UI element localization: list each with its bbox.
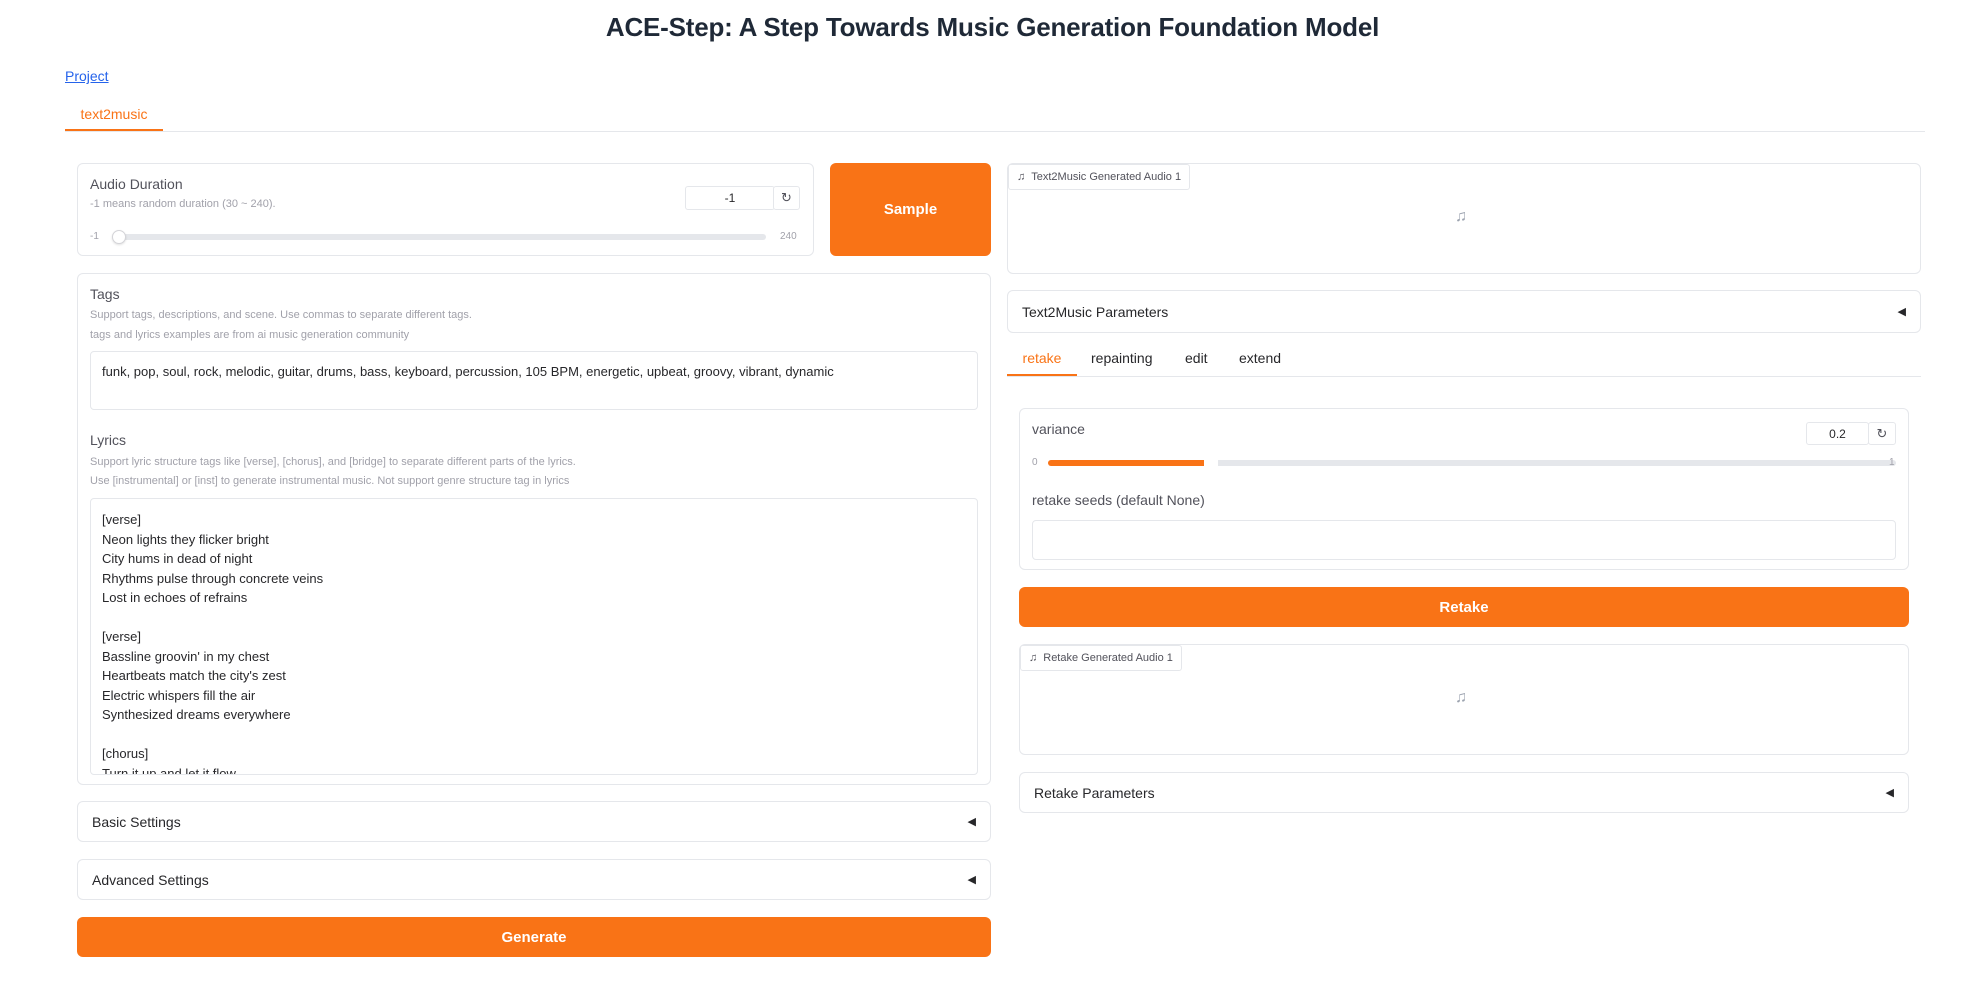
triangle-left-icon: ◀ <box>1897 306 1906 318</box>
music-note-icon: ♫ <box>1017 171 1026 183</box>
basic-settings-accordion[interactable]: Basic Settings ◀ <box>77 801 991 842</box>
triangle-left-icon: ◀ <box>967 816 976 828</box>
tab-retake[interactable]: retake <box>1007 350 1077 376</box>
tags-lyrics-panel: Tags Support tags, descriptions, and sce… <box>77 273 991 785</box>
lyric-line: Neon lights they flicker bright <box>102 531 269 547</box>
tab-text2music[interactable]: text2music <box>65 106 163 131</box>
lyric-line <box>102 608 966 628</box>
lyric-line <box>102 725 966 745</box>
lyric-line: Lost in echoes of refrains <box>102 590 248 605</box>
retake-parameters-label: Retake Parameters <box>1034 784 1155 801</box>
variance-fill <box>1048 460 1210 466</box>
advanced-settings-label: Advanced Settings <box>92 871 209 888</box>
sample-button[interactable]: Sample <box>830 163 991 256</box>
tags-value: funk, pop, soul, rock, melodic, guitar, … <box>102 364 834 379</box>
lyrics-textarea[interactable]: [verse] Neon lights they flicker bright … <box>90 498 978 775</box>
retake-audio-panel: ♫ Retake Generated Audio 1 ♫ <box>1019 644 1909 755</box>
tags-label: Tags <box>90 286 120 302</box>
retake-parameters-accordion[interactable]: Retake Parameters ◀ <box>1019 772 1909 813</box>
retake-seeds-input[interactable] <box>1032 520 1896 560</box>
retake-audio-label-text: Retake Generated Audio 1 <box>1043 652 1173 664</box>
music-note-icon: ♫ <box>1455 689 1467 706</box>
tags-info-1: Support tags, descriptions, and scene. U… <box>90 309 472 321</box>
variance-min: 0 <box>1032 457 1038 468</box>
audio-duration-number-box <box>685 186 775 210</box>
retake-seeds-label: retake seeds (default None) <box>1032 492 1205 508</box>
text2music-parameters-accordion[interactable]: Text2Music Parameters ◀ <box>1007 290 1921 333</box>
generate-button[interactable]: Generate <box>77 917 991 957</box>
triangle-left-icon: ◀ <box>1885 787 1894 799</box>
tab-extend[interactable]: extend <box>1239 350 1281 366</box>
triangle-left-icon: ◀ <box>967 874 976 886</box>
lyric-line: Synthesized dreams everywhere <box>102 707 291 722</box>
audio-duration-label: Audio Duration <box>90 176 183 192</box>
retake-audio-label: ♫ Retake Generated Audio 1 <box>1020 645 1182 671</box>
variance-input[interactable] <box>1807 423 1868 444</box>
audio-duration-panel: Audio Duration -1 means random duration … <box>77 163 814 256</box>
lyric-line: [verse] <box>102 512 142 527</box>
variance-number-box <box>1806 422 1869 445</box>
audio-duration-thumb[interactable] <box>112 230 126 244</box>
audio-duration-info: -1 means random duration (30 ~ 240). <box>90 198 276 210</box>
variance-max: 1 <box>1889 457 1895 468</box>
advanced-settings-accordion[interactable]: Advanced Settings ◀ <box>77 859 991 900</box>
lyric-line: Bassline groovin' in my chest <box>102 648 270 664</box>
tab-edit[interactable]: edit <box>1185 350 1208 366</box>
audio-duration-track[interactable] <box>114 234 766 240</box>
tab-divider <box>65 131 1925 132</box>
lyric-line: [verse] <box>102 629 142 644</box>
generated-audio-label-text: Text2Music Generated Audio 1 <box>1031 171 1182 183</box>
music-note-icon: ♫ <box>1029 652 1038 664</box>
lyric-line: Heartbeats match the city's zest <box>102 668 286 683</box>
lyric-line: [chorus] <box>102 746 149 761</box>
generated-audio-label: ♫ Text2Music Generated Audio 1 <box>1008 164 1191 190</box>
lyric-line: Electric whispers fill the air <box>102 687 256 703</box>
lyrics-info-2: Use [instrumental] or [inst] to generate… <box>90 475 570 487</box>
reset-icon: ↻ <box>781 190 792 205</box>
audio-duration-max: 240 <box>780 231 797 242</box>
tags-textarea[interactable]: funk, pop, soul, rock, melodic, guitar, … <box>90 351 978 410</box>
page-title: ACE-Step: A Step Towards Music Generatio… <box>605 12 1380 42</box>
reset-icon: ↻ <box>1876 425 1888 441</box>
lyrics-label: Lyrics <box>90 432 127 448</box>
tags-info-2: tags and lyrics examples are from ai mus… <box>90 329 410 341</box>
music-note-icon: ♫ <box>1455 208 1467 225</box>
tab-repainting[interactable]: repainting <box>1091 350 1153 366</box>
variance-thumb[interactable] <box>1204 455 1218 471</box>
audio-duration-input[interactable] <box>686 187 774 209</box>
variance-reset-button[interactable]: ↻ <box>1868 422 1896 445</box>
generated-audio-panel: ♫ Text2Music Generated Audio 1 ♫ <box>1007 163 1921 274</box>
retake-settings-panel: variance ↻ 0 1 retake seeds (default Non… <box>1019 408 1909 570</box>
edit-mode-tabs: retake repainting edit extend <box>1007 350 1921 377</box>
lyrics-info-1: Support lyric structure tags like [verse… <box>90 456 576 468</box>
lyric-line: City hums in dead of night <box>102 551 253 566</box>
variance-label: variance <box>1032 421 1085 437</box>
text2music-parameters-label: Text2Music Parameters <box>1022 303 1169 320</box>
project-link[interactable]: Project <box>65 68 109 84</box>
retake-button[interactable]: Retake <box>1019 587 1909 627</box>
lyric-line: Rhythms pulse through concrete veins <box>102 570 324 586</box>
basic-settings-label: Basic Settings <box>92 813 181 830</box>
lyric-line: Turn it up and let it flow <box>102 765 236 775</box>
audio-duration-reset-button[interactable]: ↻ <box>773 186 800 210</box>
audio-duration-min: -1 <box>90 231 99 242</box>
